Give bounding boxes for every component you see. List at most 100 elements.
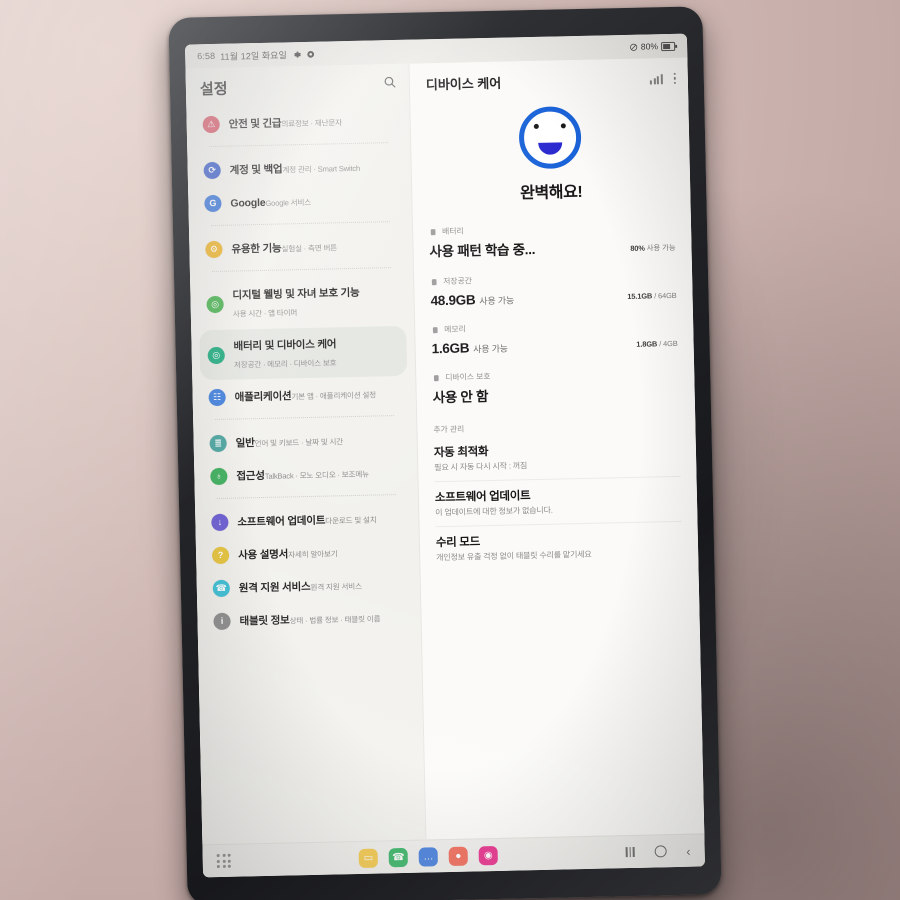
status-row-1[interactable]: 배터리 사용 패턴 학습 중... 80% 사용 가능 xyxy=(429,214,676,269)
smiley-eye-right xyxy=(560,123,566,129)
navigation-buttons[interactable]: ‹ xyxy=(625,843,691,858)
sidebar-item-6[interactable]: ◎ 배터리 및 디바이스 케어저장공간 · 메모리 · 디바이스 보호 xyxy=(199,325,408,381)
sidebar-item-text: 디지털 웰빙 및 자녀 보호 기능사용 시간 · 앱 타이머 xyxy=(232,282,398,322)
sidebar-item-label: 안전 및 긴급 xyxy=(228,117,282,131)
sidebar-divider xyxy=(209,142,389,149)
sidebar-item-10[interactable]: ↓ 소프트웨어 업데이트다운로드 및 설치 xyxy=(203,502,411,539)
detail-header-actions[interactable] xyxy=(649,72,676,85)
device-status-text: 완벽해요! xyxy=(520,183,583,203)
extra-row-2[interactable]: 소프트웨어 업데이트 이 업데이트에 대한 정보가 없습니다. xyxy=(434,475,682,527)
sidebar-item-text: 유용한 기능실험실 · 측면 버튼 xyxy=(231,237,337,257)
device-care-icon: ◎ xyxy=(207,346,225,364)
home-button[interactable] xyxy=(654,845,667,858)
sidebar-item-label: 계정 및 백업 xyxy=(229,163,283,177)
more-options-icon[interactable] xyxy=(673,72,676,85)
sidebar-item-text: 소프트웨어 업데이트다운로드 및 설치 xyxy=(237,510,377,531)
taskbar-app-dock[interactable]: ▭ ☎ … ● ◉ xyxy=(358,845,499,868)
sidebar-item-text: 애플리케이션기본 앱 · 애플리케이션 설정 xyxy=(234,384,377,405)
extra-row-3[interactable]: 수리 모드 개인정보 유출 걱정 없이 태블릿 수리를 맡기세요 xyxy=(435,520,683,572)
device-care-panel: 디바이스 케어 완벽해요! 배터리 사용 패턴 학습 중... 80% 사용 가… xyxy=(408,57,705,840)
settings-sidebar[interactable]: 설정 ⚠ 안전 및 긴급의료정보 · 재난문자 ⟳ 계정 및 백업계정 관리 · Sm… xyxy=(185,63,426,845)
status-row-value: 1.6GB 사용 가능 xyxy=(431,340,508,357)
smiley-mouth xyxy=(538,142,563,155)
accounts-backup-icon: ⟳ xyxy=(203,161,221,179)
extra-row-1[interactable]: 자동 최적화 필요 시 자동 다시 시작 : 꺼짐 xyxy=(434,432,681,481)
user-manual-icon: ? xyxy=(211,546,230,564)
sidebar-item-3[interactable]: G GoogleGoogle 서비스 xyxy=(196,183,404,220)
status-row-list[interactable]: 배터리 사용 패턴 학습 중... 80% 사용 가능 저장공간 48.9GB 사용 가능… xyxy=(413,214,695,416)
safety-icon: ⚠ xyxy=(202,115,220,133)
messages-app-icon[interactable]: … xyxy=(418,846,439,867)
sidebar-item-text: GoogleGoogle 서비스 xyxy=(230,192,311,212)
status-row-4[interactable]: 디바이스 보호 사용 안 함 xyxy=(432,360,679,415)
status-row-value: 사용 패턴 학습 중... xyxy=(429,241,536,260)
back-button[interactable]: ‹ xyxy=(686,843,691,858)
smiley-eye-left xyxy=(533,123,539,129)
useful-features-icon: ⚙ xyxy=(205,240,223,258)
sidebar-item-label: 유용한 기능 xyxy=(231,242,282,256)
sidebar-item-label: Google xyxy=(230,196,266,210)
sidebar-item-sub: 기본 앱 · 애플리케이션 설정 xyxy=(291,390,377,402)
sidebar-item-label: 소프트웨어 업데이트 xyxy=(237,514,326,529)
sidebar-item-sub: 언어 및 키보드 · 날짜 및 시간 xyxy=(254,437,344,449)
signal-bars-icon[interactable] xyxy=(649,73,663,84)
my-files-app-icon[interactable]: ▭ xyxy=(358,848,379,868)
sidebar-item-label: 배터리 및 디바이스 케어 xyxy=(233,338,337,353)
sidebar-item-label: 원격 지원 서비스 xyxy=(238,580,311,595)
sidebar-item-label: 접근성 xyxy=(236,469,265,483)
contacts-app-icon[interactable]: ● xyxy=(448,846,469,866)
status-row-body: 사용 패턴 학습 중... 80% 사용 가능 xyxy=(429,235,676,260)
mute-icon xyxy=(629,43,637,51)
sidebar-item-sub: 자세히 알아보기 xyxy=(288,549,338,560)
storage-icon xyxy=(430,278,438,286)
shield-icon xyxy=(432,374,440,382)
sidebar-item-4[interactable]: ⚙ 유용한 기능실험실 · 측면 버튼 xyxy=(197,229,405,266)
sidebar-item-8[interactable]: ≣ 일반언어 및 키보드 · 날짜 및 시간 xyxy=(201,423,409,460)
sidebar-item-sub: 의료정보 · 재난문자 xyxy=(281,118,342,129)
status-row-body: 사용 안 함 xyxy=(432,381,678,406)
accessibility-icon: ♁ xyxy=(210,467,228,485)
sidebar-item-5[interactable]: ◎ 디지털 웰빙 및 자녀 보호 기능사용 시간 · 앱 타이머 xyxy=(198,275,406,330)
status-meter: 1.8GB / 4GB xyxy=(599,333,678,353)
sidebar-item-9[interactable]: ♁ 접근성TalkBack · 모노 오디오 · 보조메뉴 xyxy=(202,456,410,493)
smiley-face-icon xyxy=(518,105,582,170)
sidebar-item-text: 계정 및 백업계정 관리 · Smart Switch xyxy=(230,158,361,179)
sidebar-divider xyxy=(211,267,391,274)
gear-icon xyxy=(293,51,301,58)
search-icon[interactable] xyxy=(383,75,397,94)
sidebar-item-sub: 원격 지원 서비스 xyxy=(310,581,362,592)
sidebar-item-11[interactable]: ? 사용 설명서자세히 알아보기 xyxy=(204,535,412,572)
sidebar-item-list[interactable]: ⚠ 안전 및 긴급의료정보 · 재난문자 ⟳ 계정 및 백업계정 관리 · Smart… xyxy=(186,103,421,649)
sidebar-item-2[interactable]: ⟳ 계정 및 백업계정 관리 · Smart Switch xyxy=(195,150,403,187)
sidebar-item-text: 사용 설명서자세히 알아보기 xyxy=(238,543,338,563)
sidebar-item-7[interactable]: ☷ 애플리케이션기본 앱 · 애플리케이션 설정 xyxy=(200,377,408,414)
sidebar-item-text: 원격 지원 서비스원격 지원 서비스 xyxy=(239,576,362,597)
sidebar-item-12[interactable]: ☎ 원격 지원 서비스원격 지원 서비스 xyxy=(204,568,412,605)
sidebar-item-text: 태블릿 정보상태 · 법률 정보 · 태블릿 이름 xyxy=(239,608,380,629)
camera-app-icon[interactable]: ◉ xyxy=(478,845,499,865)
detail-title: 디바이스 케어 xyxy=(425,75,502,93)
sidebar-item-1[interactable]: ⚠ 안전 및 긴급의료정보 · 재난문자 xyxy=(194,104,402,141)
tablet-device: 6:58 11월 12일 화요일 80% 설정 ⚠ 안전 및 긴급의료정보 · … xyxy=(168,6,722,900)
phone-app-icon[interactable]: ☎ xyxy=(388,847,409,867)
sidebar-divider xyxy=(210,221,390,228)
status-row-3[interactable]: 메모리 1.6GB 사용 가능 1.8GB / 4GB xyxy=(431,312,678,365)
remote-support-icon: ☎ xyxy=(212,579,231,597)
meter-caption: 80% 사용 가능 xyxy=(630,242,676,253)
extra-row-list[interactable]: 자동 최적화 필요 시 자동 다시 시작 : 꺼짐 소프트웨어 업데이트 이 업데이트… xyxy=(434,432,683,572)
status-row-2[interactable]: 저장공간 48.9GB 사용 가능 15.1GB / 64GB xyxy=(430,264,677,317)
general-icon: ≣ xyxy=(209,434,227,452)
sidebar-item-sub: 실험실 · 측면 버튼 xyxy=(281,243,338,254)
apps-grid-icon[interactable] xyxy=(216,853,231,869)
sidebar-item-sub: 저장공간 · 메모리 · 디바이스 보호 xyxy=(233,358,337,370)
sidebar-item-text: 접근성TalkBack · 모노 오디오 · 보조메뉴 xyxy=(236,464,369,485)
sidebar-item-13[interactable]: i 태블릿 정보상태 · 법률 정보 · 태블릿 이름 xyxy=(205,601,413,638)
battery-icon xyxy=(429,228,437,236)
sidebar-divider xyxy=(216,494,396,500)
recents-button[interactable] xyxy=(625,846,635,858)
battery-icon xyxy=(661,41,676,51)
battery-percent-label: 80% xyxy=(640,41,659,52)
extra-management-section: 추가 관리 자동 최적화 필요 시 자동 다시 시작 : 꺼짐 소프트웨어 업데이트… xyxy=(417,410,698,572)
memory-icon xyxy=(431,326,439,334)
sidebar-item-sub: 사용 시간 · 앱 타이머 xyxy=(232,308,298,319)
